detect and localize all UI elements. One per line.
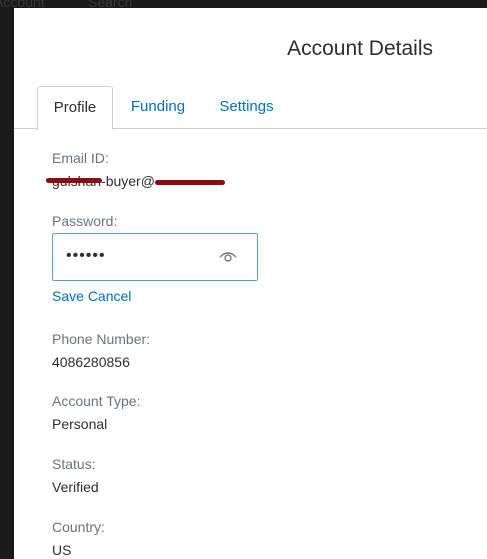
- country-label: Country:: [52, 519, 105, 535]
- country-value: US: [52, 542, 72, 558]
- eye-icon[interactable]: [219, 249, 237, 263]
- account-details-modal: Account Details Profile Funding Settings…: [14, 8, 487, 559]
- tab-bar: Profile Funding Settings: [14, 86, 487, 130]
- phone-label: Phone Number:: [52, 331, 151, 347]
- tab-funding[interactable]: Funding: [122, 86, 194, 129]
- status-label: Status:: [52, 456, 96, 472]
- password-field[interactable]: ••••••: [52, 233, 258, 281]
- email-label: Email ID:: [52, 150, 109, 166]
- account-type-value: Personal: [52, 416, 108, 432]
- email-redaction-left: [46, 178, 102, 183]
- tab-profile[interactable]: Profile: [37, 86, 113, 130]
- account-type-label: Account Type:: [52, 393, 141, 409]
- phone-value: 4086280856: [52, 354, 130, 370]
- save-link[interactable]: Save: [52, 288, 84, 304]
- tab-settings[interactable]: Settings: [209, 86, 284, 129]
- password-mask: ••••••: [66, 247, 106, 264]
- status-value: Verified: [52, 479, 99, 495]
- cancel-link[interactable]: Cancel: [88, 288, 132, 304]
- email-redaction-right: [155, 180, 225, 185]
- password-label: Password:: [52, 213, 118, 229]
- modal-title: Account Details: [287, 37, 433, 60]
- password-actions: Save Cancel: [52, 288, 131, 304]
